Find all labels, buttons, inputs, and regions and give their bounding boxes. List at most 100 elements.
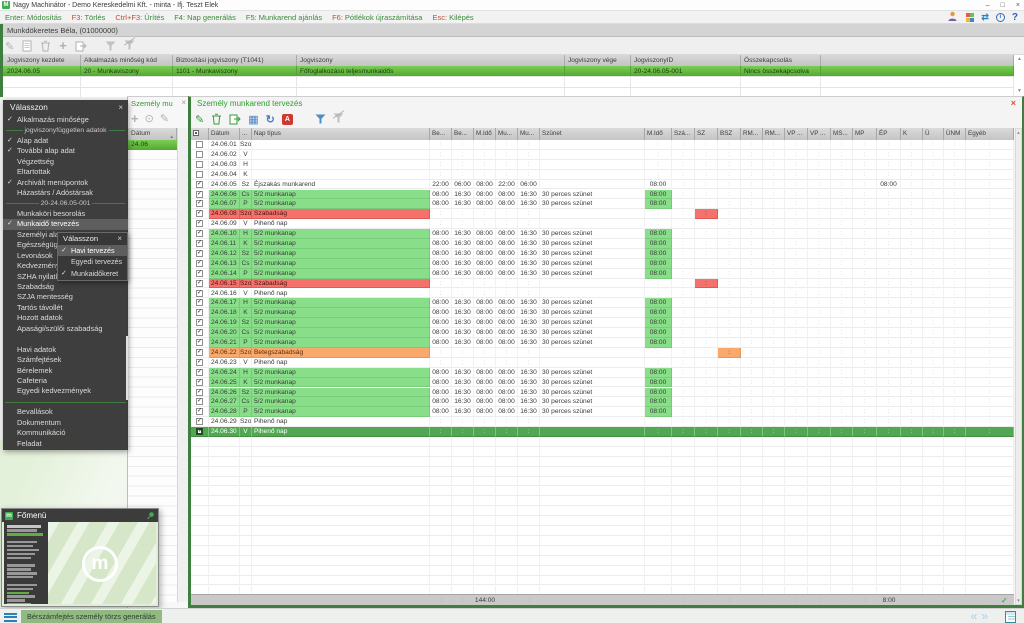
add-icon[interactable]: + (59, 40, 67, 52)
row-checkbox[interactable]: ✓ (196, 389, 203, 396)
grid-column-header[interactable]: Nap típus (252, 128, 430, 140)
row-checkbox[interactable]: ✓ (196, 299, 203, 306)
schedule-row[interactable]: ✓24.06.25K5/2 munkanap30 perces szünet08… (191, 378, 1014, 388)
shortcut-item[interactable]: F4:Nap generálás (174, 13, 236, 22)
grid-column-header[interactable]: Szá... (672, 128, 695, 140)
sidebar-item[interactable]: Szabadság (3, 282, 128, 292)
scroll-down-icon[interactable]: ▼ (1017, 88, 1022, 94)
row-checkbox[interactable]: ✓ (196, 408, 203, 415)
grid-column-header[interactable]: Be... (452, 128, 474, 140)
row-checkbox[interactable]: ✓ (196, 428, 203, 435)
row-checkbox[interactable]: ✓ (196, 359, 203, 366)
main-menu-tree[interactable] (4, 522, 48, 604)
help-icon[interactable]: ? (1012, 12, 1018, 23)
shortcut-item[interactable]: Enter:Módosítás (5, 13, 62, 22)
sidebar-item[interactable]: Eltartottak (3, 167, 128, 177)
submenu-item[interactable]: ✓Munkaidőkeret (58, 268, 127, 279)
close-icon[interactable]: × (181, 98, 186, 107)
row-checkbox[interactable]: ✓ (196, 240, 203, 247)
sidebar-item[interactable]: ✓Archivált menüpontok (3, 178, 128, 188)
row-checkbox[interactable]: ✓ (196, 280, 203, 287)
schedule-row[interactable]: ✓24.06.30VPihenő nap:::::::::::::::::::: (191, 427, 1014, 437)
sidebar-item[interactable]: Munkaköri besorolás (3, 209, 128, 219)
schedule-row[interactable]: ✓24.06.29SzoPihenő nap::::::::::::::::::… (191, 417, 1014, 427)
filter-icon[interactable] (315, 114, 326, 124)
shortcut-item[interactable]: Esc:Kilépés (432, 13, 473, 22)
grid-column-header[interactable]: Mu... (518, 128, 540, 140)
grid-column-header[interactable]: VP ... (785, 128, 808, 140)
row-checkbox[interactable]: ✓ (196, 270, 203, 277)
sidebar-item[interactable]: ✓További alap adat (3, 146, 128, 156)
schedule-row[interactable]: ✓24.06.17H5/2 munkanap30 perces szünet08… (191, 298, 1014, 308)
row-checkbox[interactable] (196, 171, 203, 178)
schedule-row[interactable]: ✓24.06.14P5/2 munkanap30 perces szünet08… (191, 269, 1014, 279)
submenu-item[interactable]: ✓Havi tervezés (58, 245, 127, 256)
sidebar-scrollbar[interactable] (126, 336, 128, 400)
sidebar-item[interactable]: Cafeteria (3, 376, 128, 386)
modules-icon[interactable] (965, 13, 974, 22)
grid-column-header[interactable]: RM... (741, 128, 763, 140)
row-checkbox[interactable]: ✓ (196, 398, 203, 405)
clear-filter-icon[interactable] (333, 110, 344, 128)
schedule-row[interactable]: ✓24.06.15SzoSzabadság:::::::::::::::::::… (191, 279, 1014, 289)
table-icon[interactable]: ▦ (248, 113, 258, 126)
schedule-scrollbar[interactable]: ▲ ▼ (1015, 128, 1022, 605)
schedule-row[interactable]: ✓24.06.28P5/2 munkanap30 perces szünet08… (191, 407, 1014, 417)
edit-icon[interactable]: ✎ (160, 112, 169, 125)
schedule-row[interactable]: ✓24.06.12Sz5/2 munkanap30 perces szünet0… (191, 249, 1014, 259)
schedule-row[interactable]: ✓24.06.06Cs5/2 munkanap30 perces szünet0… (191, 190, 1014, 200)
row-checkbox[interactable]: ✓ (196, 230, 203, 237)
grid-column-header[interactable]: ... (240, 128, 252, 140)
view-icon[interactable]: ⊙ (145, 112, 154, 125)
grid-column-header[interactable]: BSZ (718, 128, 741, 140)
grid-column-header[interactable]: Ü (923, 128, 944, 140)
date-column-header[interactable]: Dátum ▲ (128, 128, 177, 140)
sidebar-item[interactable]: ✓Alap adat (3, 136, 128, 146)
sidebar-item[interactable]: Hozott adatok (3, 313, 128, 323)
schedule-row[interactable]: ✓24.06.27Cs5/2 munkanap30 perces szünet0… (191, 397, 1014, 407)
maximize-button[interactable]: □ (1001, 0, 1005, 11)
row-checkbox[interactable]: ✓ (196, 369, 203, 376)
row-checkbox[interactable] (196, 141, 203, 148)
grid-column-header[interactable]: MP (853, 128, 877, 140)
schedule-row[interactable]: ✓24.06.07P5/2 munkanap30 perces szünet08… (191, 199, 1014, 209)
row-checkbox[interactable] (196, 161, 203, 168)
filter-icon[interactable] (105, 41, 116, 51)
row-checkbox[interactable]: ✓ (196, 418, 203, 425)
grid-column-header[interactable]: M.Idő (474, 128, 496, 140)
schedule-row[interactable]: ✓24.06.24H5/2 munkanap30 perces szünet08… (191, 368, 1014, 378)
schedule-row[interactable]: ✓24.06.23VPihenő nap:::::::::::::::::::: (191, 358, 1014, 368)
schedule-row[interactable]: ✓24.06.21P5/2 munkanap30 perces szünet08… (191, 338, 1014, 348)
sidebar-item[interactable]: SZJA mentesség (3, 292, 128, 302)
grid-column-header[interactable]: SZ (695, 128, 718, 140)
row-checkbox[interactable]: ✓ (196, 329, 203, 336)
sidebar-item[interactable]: Bérelemek (3, 366, 128, 376)
clear-filter-icon[interactable] (124, 37, 135, 55)
delete-icon[interactable] (211, 113, 222, 125)
submenu-item[interactable]: Egyedi tervezés (58, 256, 127, 267)
row-checkbox[interactable]: ✓ (196, 379, 203, 386)
grid-column-header[interactable]: ÜNM (944, 128, 966, 140)
schedule-row[interactable]: ✓24.06.08SzoSzabadság:::::::::::::::::::… (191, 209, 1014, 219)
row-checkbox[interactable]: ✓ (196, 339, 203, 346)
schedule-row[interactable]: ✓24.06.05SzÉjszakás munkarend22:0006:000… (191, 180, 1014, 190)
employment-column-header[interactable]: Biztosítási jogviszony (T1041) (173, 55, 297, 66)
grid-column-header[interactable]: VP ... (808, 128, 831, 140)
minimize-button[interactable]: – (986, 0, 990, 11)
employment-column-header[interactable]: Jogviszony (297, 55, 565, 66)
grid-column-header[interactable]: MS... (831, 128, 853, 140)
shortcut-item[interactable]: F5:Munkarend ajánlás (246, 13, 322, 22)
shortcut-item[interactable]: Ctrl+F3:Ürítés (115, 13, 164, 22)
employment-column-header[interactable]: JogviszonyID (631, 55, 741, 66)
employment-column-header[interactable]: Jogviszony vége (565, 55, 631, 66)
grid-column-header[interactable]: Egyéb (966, 128, 1014, 140)
row-checkbox[interactable]: ✓ (196, 260, 203, 267)
back-icon[interactable]: « (971, 609, 982, 623)
calendar-icon[interactable]: A (282, 114, 293, 125)
row-checkbox[interactable]: ✓ (196, 250, 203, 257)
sidebar-item[interactable]: Apasági/szülői szabadság (3, 324, 128, 334)
sidebar-item[interactable]: Végzettség (3, 157, 128, 167)
grid-column-header[interactable]: K (901, 128, 923, 140)
sidebar-item[interactable]: Dokumentum (3, 418, 128, 428)
grid-column-header[interactable]: Dátum (209, 128, 240, 140)
